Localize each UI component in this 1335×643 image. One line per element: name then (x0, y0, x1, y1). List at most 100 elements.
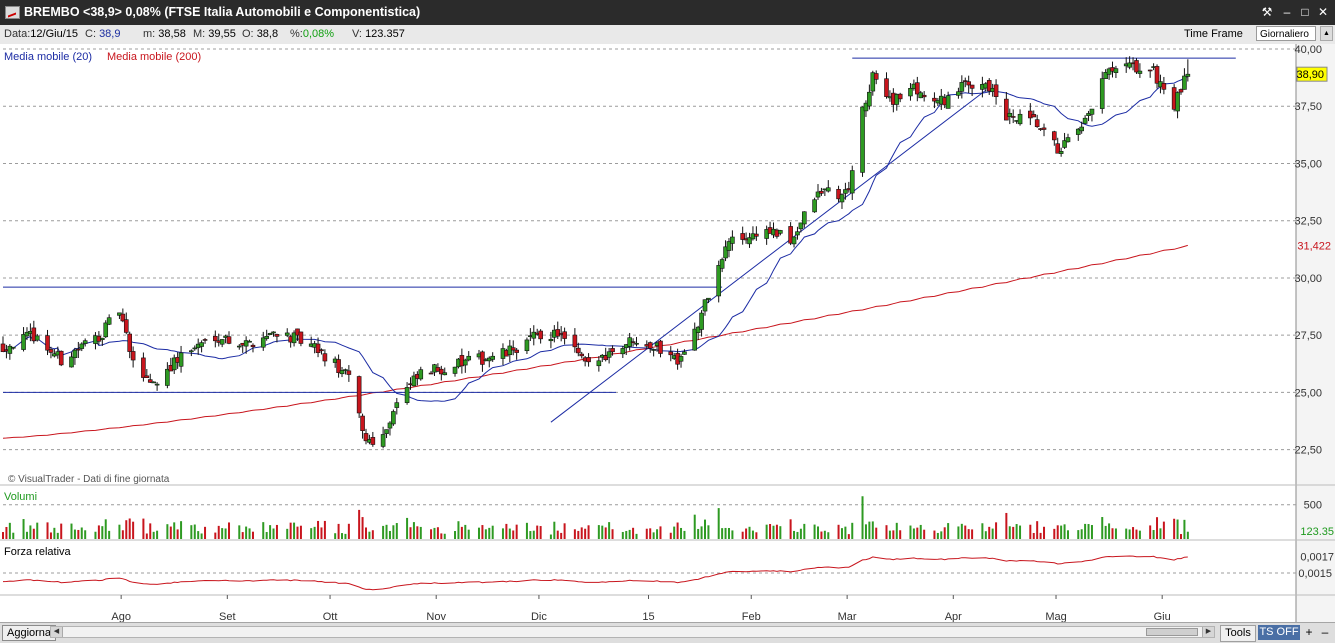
candle-body (921, 94, 927, 98)
candle-body (825, 187, 831, 192)
volume-bar (1032, 532, 1035, 539)
x-tick-label: Giu (1154, 611, 1171, 622)
volume-bar (1138, 530, 1141, 539)
volume-bar (727, 528, 730, 539)
volume-bar (430, 529, 433, 539)
volume-bar (536, 525, 539, 539)
volume-bar (669, 532, 672, 539)
volume-bar (888, 530, 891, 539)
candle-body (634, 342, 639, 345)
volume-bar (1135, 529, 1138, 539)
scroll-left-icon[interactable]: ◀ (51, 627, 63, 637)
price-tick-label: 27,50 (1294, 330, 1322, 342)
ts-off-button[interactable]: TS OFF (1258, 625, 1300, 640)
volume-bar (1008, 526, 1011, 539)
candle-body (651, 349, 656, 351)
volume-bar (197, 531, 200, 539)
candle-body (699, 312, 704, 330)
candle-body (343, 369, 348, 371)
tools-button[interactable]: Tools (1220, 625, 1256, 642)
candle-body (151, 381, 156, 384)
timeframe-select[interactable]: Giornaliero (1256, 26, 1316, 41)
x-tick-label: Apr (945, 611, 962, 622)
candle-body (839, 194, 845, 203)
candle-body (79, 343, 85, 349)
pin-icon[interactable]: ⚒ (1258, 4, 1276, 21)
candle-body (849, 170, 855, 194)
volume-bar (984, 531, 987, 539)
candle-body (1017, 113, 1023, 125)
volume-bar (947, 523, 950, 539)
candle-body (404, 387, 410, 403)
volume-bar (813, 524, 816, 539)
candle-body (1034, 119, 1040, 128)
candle-body (610, 348, 615, 353)
scroll-right-icon[interactable]: ▶ (1202, 627, 1214, 637)
volume-bar (1056, 525, 1059, 539)
volume-bar (601, 525, 604, 539)
volume-bar (118, 524, 121, 539)
rs-tick-label: 0,0017 (1300, 551, 1334, 563)
maximize-button[interactable]: □ (1296, 4, 1314, 21)
candle-body (346, 370, 352, 375)
zoom-in-button[interactable]: + (1302, 625, 1316, 640)
volume-bar (152, 531, 155, 539)
candle-body (668, 351, 674, 356)
volume-bar (262, 522, 265, 539)
close-button[interactable]: ✕ (1314, 4, 1332, 21)
volume-bar (214, 532, 217, 539)
candle-body (45, 335, 50, 351)
volume-bar (104, 519, 107, 539)
pct-readout: %:0,08% (290, 28, 335, 40)
minimize-button[interactable]: – (1278, 4, 1296, 21)
candle-body (524, 339, 530, 352)
volume-bar (1015, 524, 1018, 539)
volume-bar (861, 496, 864, 539)
volume-bar (108, 530, 111, 539)
candle-body (555, 329, 561, 337)
volume-bar (1080, 529, 1083, 539)
volume-bar (1039, 532, 1042, 539)
volume-bar (275, 524, 278, 539)
volume-bar (803, 523, 806, 539)
volume-bar (1149, 525, 1152, 539)
volume-bar (1053, 528, 1056, 539)
volume-bar (1019, 525, 1022, 539)
volume-bar (406, 517, 409, 539)
price-tick-label: 40,00 (1294, 44, 1322, 56)
horizontal-scrollbar[interactable]: ◀ ▶ (50, 626, 1215, 638)
stock-chart[interactable]: 40,00 37,50 35,00 32,50 30,00 27,50 25,00 22,50… (0, 44, 1335, 622)
volume-bar (477, 527, 480, 539)
candle-body (1051, 131, 1057, 141)
volume-bar (60, 523, 63, 539)
candle-body (802, 211, 807, 225)
candle-body (730, 236, 735, 244)
volume-bar (1111, 528, 1114, 539)
volume-bar (755, 532, 758, 539)
volume-bar (296, 526, 299, 539)
scroll-up-icon[interactable]: ▲ (1320, 26, 1333, 41)
volume-bar (409, 527, 412, 539)
candle-body (462, 359, 468, 366)
candle-body (322, 353, 328, 362)
info-bar: Data:12/Giu/15 C: 38,9 m: 38,58 M: 39,55… (0, 25, 1335, 45)
zoom-out-button[interactable]: – (1318, 625, 1332, 640)
volume-bar (704, 519, 707, 539)
refresh-button[interactable]: Aggiorna (2, 625, 57, 641)
volume-bar (101, 526, 104, 539)
candle-body (647, 342, 653, 349)
volume-bar (693, 514, 696, 539)
volume-bar (228, 522, 231, 539)
volume-bar (323, 520, 326, 539)
scroll-thumb[interactable] (1146, 628, 1198, 636)
volume-bar (1108, 523, 1111, 539)
volume-bar (597, 525, 600, 539)
rs-tick-label: 0,0015 (1298, 568, 1332, 580)
candle-body (144, 375, 150, 379)
volume-bar (1036, 521, 1039, 539)
volume-bar (224, 528, 227, 539)
candle-body (76, 348, 81, 351)
candle-body (226, 336, 232, 344)
candle-body (1154, 66, 1160, 84)
volume-bar (608, 522, 611, 539)
